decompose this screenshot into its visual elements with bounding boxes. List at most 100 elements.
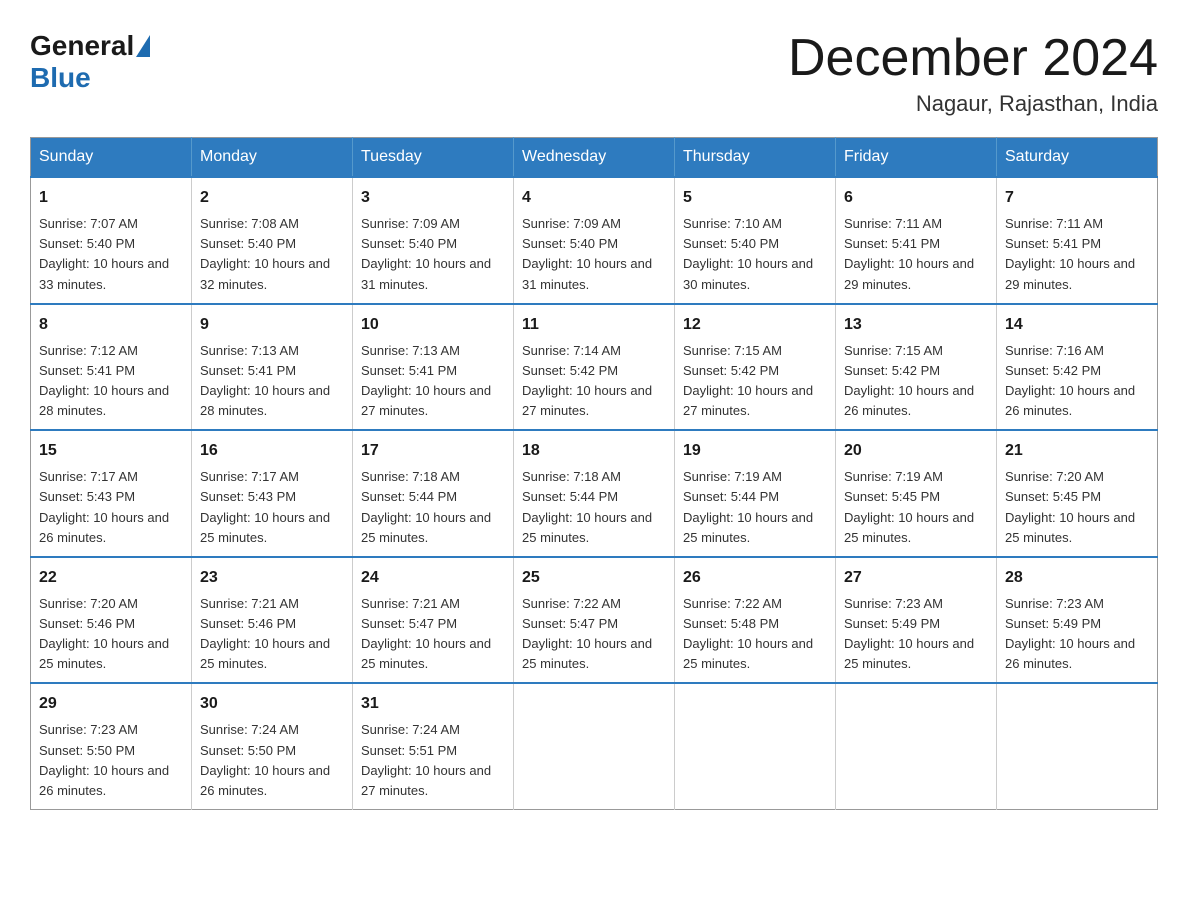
day-info: Sunrise: 7:15 AMSunset: 5:42 PMDaylight:… — [683, 343, 813, 418]
day-info: Sunrise: 7:07 AMSunset: 5:40 PMDaylight:… — [39, 216, 169, 291]
calendar-cell: 24 Sunrise: 7:21 AMSunset: 5:47 PMDaylig… — [353, 557, 514, 684]
calendar-cell: 26 Sunrise: 7:22 AMSunset: 5:48 PMDaylig… — [675, 557, 836, 684]
day-number: 28 — [1005, 566, 1149, 590]
day-info: Sunrise: 7:09 AMSunset: 5:40 PMDaylight:… — [522, 216, 652, 291]
day-info: Sunrise: 7:13 AMSunset: 5:41 PMDaylight:… — [361, 343, 491, 418]
calendar-cell: 7 Sunrise: 7:11 AMSunset: 5:41 PMDayligh… — [997, 177, 1158, 304]
calendar-cell: 27 Sunrise: 7:23 AMSunset: 5:49 PMDaylig… — [836, 557, 997, 684]
calendar-cell: 16 Sunrise: 7:17 AMSunset: 5:43 PMDaylig… — [192, 430, 353, 557]
day-number: 19 — [683, 439, 827, 463]
day-number: 20 — [844, 439, 988, 463]
day-info: Sunrise: 7:22 AMSunset: 5:47 PMDaylight:… — [522, 596, 652, 671]
day-number: 31 — [361, 692, 505, 716]
logo-triangle-icon — [136, 35, 150, 57]
calendar-week-row: 1 Sunrise: 7:07 AMSunset: 5:40 PMDayligh… — [31, 177, 1158, 304]
day-number: 13 — [844, 313, 988, 337]
calendar-cell: 5 Sunrise: 7:10 AMSunset: 5:40 PMDayligh… — [675, 177, 836, 304]
day-number: 25 — [522, 566, 666, 590]
calendar-cell: 4 Sunrise: 7:09 AMSunset: 5:40 PMDayligh… — [514, 177, 675, 304]
calendar-cell — [836, 683, 997, 809]
day-info: Sunrise: 7:23 AMSunset: 5:50 PMDaylight:… — [39, 722, 169, 797]
day-number: 24 — [361, 566, 505, 590]
calendar-cell: 1 Sunrise: 7:07 AMSunset: 5:40 PMDayligh… — [31, 177, 192, 304]
day-number: 21 — [1005, 439, 1149, 463]
day-number: 15 — [39, 439, 183, 463]
calendar-cell — [997, 683, 1158, 809]
day-number: 4 — [522, 186, 666, 210]
day-info: Sunrise: 7:20 AMSunset: 5:46 PMDaylight:… — [39, 596, 169, 671]
day-info: Sunrise: 7:24 AMSunset: 5:50 PMDaylight:… — [200, 722, 330, 797]
day-number: 22 — [39, 566, 183, 590]
logo-general-text: General — [30, 30, 134, 62]
calendar-cell: 13 Sunrise: 7:15 AMSunset: 5:42 PMDaylig… — [836, 304, 997, 431]
calendar-cell: 3 Sunrise: 7:09 AMSunset: 5:40 PMDayligh… — [353, 177, 514, 304]
calendar-cell: 21 Sunrise: 7:20 AMSunset: 5:45 PMDaylig… — [997, 430, 1158, 557]
day-number: 27 — [844, 566, 988, 590]
header-wednesday: Wednesday — [514, 138, 675, 178]
calendar-cell: 19 Sunrise: 7:19 AMSunset: 5:44 PMDaylig… — [675, 430, 836, 557]
day-number: 3 — [361, 186, 505, 210]
day-number: 12 — [683, 313, 827, 337]
day-info: Sunrise: 7:23 AMSunset: 5:49 PMDaylight:… — [844, 596, 974, 671]
header-thursday: Thursday — [675, 138, 836, 178]
calendar-cell: 31 Sunrise: 7:24 AMSunset: 5:51 PMDaylig… — [353, 683, 514, 809]
day-info: Sunrise: 7:17 AMSunset: 5:43 PMDaylight:… — [200, 469, 330, 544]
day-number: 18 — [522, 439, 666, 463]
day-info: Sunrise: 7:19 AMSunset: 5:44 PMDaylight:… — [683, 469, 813, 544]
day-number: 7 — [1005, 186, 1149, 210]
day-number: 26 — [683, 566, 827, 590]
calendar-cell: 17 Sunrise: 7:18 AMSunset: 5:44 PMDaylig… — [353, 430, 514, 557]
title-section: December 2024 Nagaur, Rajasthan, India — [788, 30, 1158, 117]
calendar-week-row: 15 Sunrise: 7:17 AMSunset: 5:43 PMDaylig… — [31, 430, 1158, 557]
calendar-cell: 6 Sunrise: 7:11 AMSunset: 5:41 PMDayligh… — [836, 177, 997, 304]
day-info: Sunrise: 7:09 AMSunset: 5:40 PMDaylight:… — [361, 216, 491, 291]
header-friday: Friday — [836, 138, 997, 178]
calendar-cell: 18 Sunrise: 7:18 AMSunset: 5:44 PMDaylig… — [514, 430, 675, 557]
calendar-cell: 9 Sunrise: 7:13 AMSunset: 5:41 PMDayligh… — [192, 304, 353, 431]
day-info: Sunrise: 7:12 AMSunset: 5:41 PMDaylight:… — [39, 343, 169, 418]
day-number: 16 — [200, 439, 344, 463]
day-number: 2 — [200, 186, 344, 210]
day-info: Sunrise: 7:17 AMSunset: 5:43 PMDaylight:… — [39, 469, 169, 544]
day-info: Sunrise: 7:10 AMSunset: 5:40 PMDaylight:… — [683, 216, 813, 291]
calendar-cell: 22 Sunrise: 7:20 AMSunset: 5:46 PMDaylig… — [31, 557, 192, 684]
day-number: 8 — [39, 313, 183, 337]
header-tuesday: Tuesday — [353, 138, 514, 178]
day-number: 30 — [200, 692, 344, 716]
calendar-cell: 8 Sunrise: 7:12 AMSunset: 5:41 PMDayligh… — [31, 304, 192, 431]
calendar-cell: 14 Sunrise: 7:16 AMSunset: 5:42 PMDaylig… — [997, 304, 1158, 431]
calendar-cell: 11 Sunrise: 7:14 AMSunset: 5:42 PMDaylig… — [514, 304, 675, 431]
calendar-cell: 28 Sunrise: 7:23 AMSunset: 5:49 PMDaylig… — [997, 557, 1158, 684]
day-info: Sunrise: 7:24 AMSunset: 5:51 PMDaylight:… — [361, 722, 491, 797]
day-info: Sunrise: 7:18 AMSunset: 5:44 PMDaylight:… — [522, 469, 652, 544]
day-info: Sunrise: 7:21 AMSunset: 5:46 PMDaylight:… — [200, 596, 330, 671]
calendar-cell: 30 Sunrise: 7:24 AMSunset: 5:50 PMDaylig… — [192, 683, 353, 809]
header-monday: Monday — [192, 138, 353, 178]
day-info: Sunrise: 7:16 AMSunset: 5:42 PMDaylight:… — [1005, 343, 1135, 418]
calendar-cell: 15 Sunrise: 7:17 AMSunset: 5:43 PMDaylig… — [31, 430, 192, 557]
day-info: Sunrise: 7:20 AMSunset: 5:45 PMDaylight:… — [1005, 469, 1135, 544]
calendar-cell: 2 Sunrise: 7:08 AMSunset: 5:40 PMDayligh… — [192, 177, 353, 304]
day-number: 9 — [200, 313, 344, 337]
logo: General Blue — [30, 30, 152, 94]
day-info: Sunrise: 7:11 AMSunset: 5:41 PMDaylight:… — [844, 216, 974, 291]
header-sunday: Sunday — [31, 138, 192, 178]
day-info: Sunrise: 7:14 AMSunset: 5:42 PMDaylight:… — [522, 343, 652, 418]
day-info: Sunrise: 7:11 AMSunset: 5:41 PMDaylight:… — [1005, 216, 1135, 291]
day-info: Sunrise: 7:08 AMSunset: 5:40 PMDaylight:… — [200, 216, 330, 291]
calendar-cell: 20 Sunrise: 7:19 AMSunset: 5:45 PMDaylig… — [836, 430, 997, 557]
calendar-cell — [675, 683, 836, 809]
calendar-header-row: SundayMondayTuesdayWednesdayThursdayFrid… — [31, 138, 1158, 178]
calendar-week-row: 8 Sunrise: 7:12 AMSunset: 5:41 PMDayligh… — [31, 304, 1158, 431]
day-number: 10 — [361, 313, 505, 337]
day-number: 23 — [200, 566, 344, 590]
day-info: Sunrise: 7:23 AMSunset: 5:49 PMDaylight:… — [1005, 596, 1135, 671]
day-info: Sunrise: 7:15 AMSunset: 5:42 PMDaylight:… — [844, 343, 974, 418]
calendar-week-row: 22 Sunrise: 7:20 AMSunset: 5:46 PMDaylig… — [31, 557, 1158, 684]
calendar-cell: 10 Sunrise: 7:13 AMSunset: 5:41 PMDaylig… — [353, 304, 514, 431]
calendar-cell: 25 Sunrise: 7:22 AMSunset: 5:47 PMDaylig… — [514, 557, 675, 684]
day-number: 1 — [39, 186, 183, 210]
logo-blue-text: Blue — [30, 62, 91, 94]
month-title: December 2024 — [788, 30, 1158, 87]
day-number: 17 — [361, 439, 505, 463]
